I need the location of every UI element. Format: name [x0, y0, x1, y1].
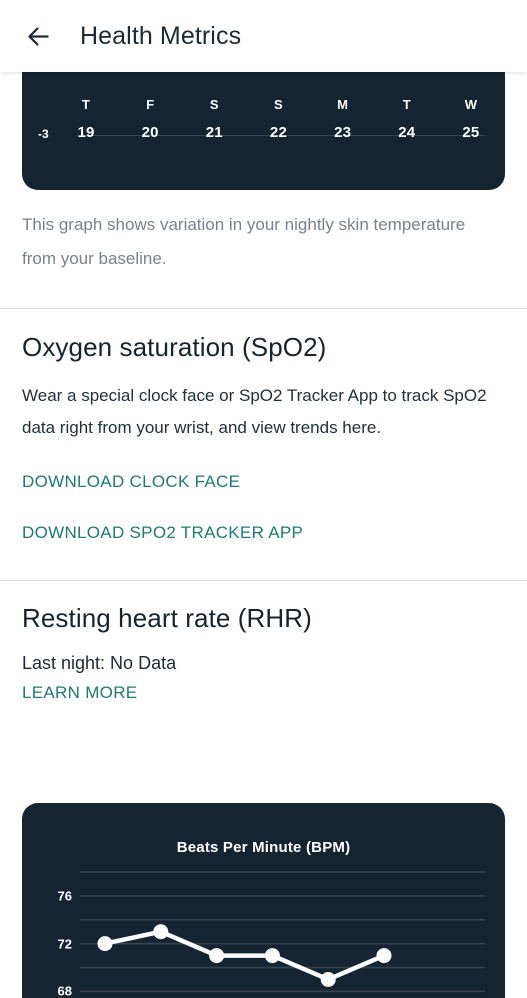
bpm-line-chart[interactable]	[22, 803, 505, 998]
page-title: Health Metrics	[80, 22, 241, 51]
health-metrics-screen: -3 T 19 F 20 S 21 S 22	[0, 0, 527, 998]
rhr-section-title: Resting heart rate (RHR)	[22, 603, 312, 634]
weekday-letter: F	[130, 97, 170, 112]
weekday-date: 23	[323, 124, 363, 141]
weekday-letter: S	[258, 97, 298, 112]
weekday-date: 20	[130, 124, 170, 141]
weekday-date: 25	[451, 124, 491, 141]
skin-temperature-chart-card[interactable]: -3 T 19 F 20 S 21 S 22	[22, 54, 505, 190]
back-button[interactable]	[12, 10, 64, 62]
section-divider	[0, 308, 527, 309]
weekday-letter: S	[194, 97, 234, 112]
weekday-letter: T	[387, 97, 427, 112]
spo2-section-title: Oxygen saturation (SpO2)	[22, 332, 326, 363]
download-clock-face-link[interactable]: DOWNLOAD CLOCK FACE	[22, 472, 240, 492]
rhr-chart-card[interactable]: Beats Per Minute (BPM) 76726864	[22, 803, 505, 998]
bpm-trend-line	[105, 932, 384, 980]
weekday-letter: T	[66, 97, 106, 112]
weekday-letter: W	[451, 97, 491, 112]
temp-axis-tick-minus3: -3	[38, 127, 49, 141]
bpm-y-tick-label: 76	[38, 888, 72, 903]
bpm-data-point[interactable]	[265, 948, 280, 963]
bpm-data-point[interactable]	[153, 924, 168, 939]
weekday-column: M 23	[323, 97, 363, 141]
arrow-left-icon	[25, 23, 52, 50]
bpm-data-point[interactable]	[209, 948, 224, 963]
weekday-date: 21	[194, 124, 234, 141]
app-header: Health Metrics	[0, 0, 527, 72]
weekday-column: F 20	[130, 97, 170, 141]
weekday-letter: M	[323, 97, 363, 112]
download-spo2-tracker-app-link[interactable]: DOWNLOAD SPO2 TRACKER APP	[22, 523, 303, 543]
weekday-column: S 22	[258, 97, 298, 141]
weekday-axis: T 19 F 20 S 21 S 22 M 23	[66, 97, 491, 141]
rhr-learn-more-link[interactable]: LEARN MORE	[22, 683, 137, 703]
section-divider	[0, 580, 527, 581]
skin-temperature-caption: This graph shows variation in your night…	[22, 208, 482, 276]
weekday-date: 24	[387, 124, 427, 141]
bpm-y-tick-label: 68	[38, 984, 72, 998]
weekday-date: 19	[66, 124, 106, 141]
weekday-column: S 21	[194, 97, 234, 141]
weekday-column: W 25	[451, 97, 491, 141]
bpm-data-point[interactable]	[377, 948, 392, 963]
weekday-date: 22	[258, 124, 298, 141]
weekday-column: T 24	[387, 97, 427, 141]
bpm-data-point[interactable]	[321, 972, 336, 987]
scroll-content[interactable]: -3 T 19 F 20 S 21 S 22	[0, 72, 527, 998]
rhr-last-night-value: Last night: No Data	[22, 653, 176, 674]
weekday-column: T 19	[66, 97, 106, 141]
spo2-description: Wear a special clock face or SpO2 Tracke…	[22, 380, 502, 444]
bpm-data-point[interactable]	[98, 936, 113, 951]
bpm-y-tick-label: 72	[38, 936, 72, 951]
